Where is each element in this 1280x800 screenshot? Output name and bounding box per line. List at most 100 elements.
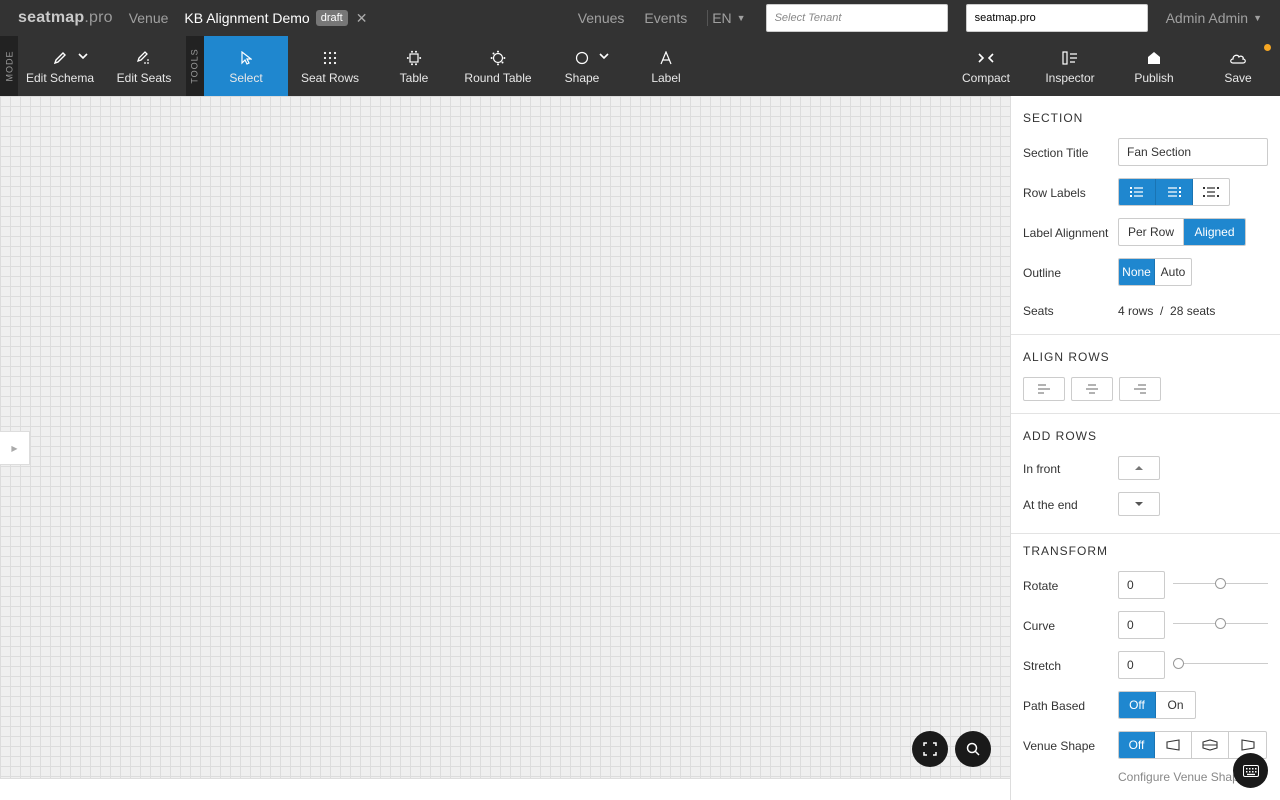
section-heading: SECTION (1023, 111, 1084, 125)
toolbar: MODE Edit Schema Edit Seats TOOLS Select… (0, 36, 1280, 96)
triangle-down-icon (1135, 502, 1143, 506)
tools-label: TOOLS (186, 36, 204, 96)
seats-summary: 4 rows / 28 seats (1118, 304, 1216, 318)
section-title-input[interactable] (1118, 138, 1268, 166)
label-alignment-label: Label Alignment (1023, 226, 1109, 240)
label-tool-button[interactable]: Label (626, 36, 706, 96)
grid-dots-icon (323, 47, 337, 69)
table-tool-button[interactable]: Table (374, 36, 454, 96)
top-bar: seatmap.pro Venue KB Alignment Demo draf… (0, 0, 1280, 36)
domain-input[interactable] (965, 4, 1148, 32)
label-tool-label: Label (651, 71, 681, 85)
round-table-label: Round Table (464, 71, 532, 85)
align-right-icon[interactable] (1119, 377, 1161, 401)
cloud-icon (1229, 47, 1247, 69)
zoom-search-button[interactable] (955, 731, 991, 767)
outline-label: Outline (1023, 266, 1062, 280)
row-labels-toggle (1118, 178, 1230, 206)
slider-thumb[interactable] (1215, 578, 1226, 589)
language-select[interactable]: EN ▼ (707, 10, 746, 26)
round-table-tool-button[interactable]: Round Table (458, 36, 538, 96)
close-icon[interactable]: ✕ (356, 10, 368, 27)
chevron-down-icon: ▼ (1253, 13, 1262, 23)
path-based-toggle: Off On (1118, 691, 1196, 719)
outline-auto-option[interactable]: Auto (1155, 259, 1191, 285)
in-front-label: In front (1023, 462, 1061, 476)
compact-label: Compact (961, 71, 1011, 85)
curve-label: Curve (1023, 619, 1056, 633)
breadcrumb-venue[interactable]: Venue (129, 10, 169, 26)
curve-input[interactable] (1118, 611, 1165, 639)
add-row-front-button[interactable] (1118, 456, 1160, 480)
search-icon (966, 742, 980, 756)
status-strip (0, 778, 1010, 800)
stage-center-icon[interactable] (1192, 732, 1229, 758)
stage-left-icon[interactable] (1155, 732, 1192, 758)
editor-canvas[interactable] (0, 96, 1010, 778)
curve-slider[interactable] (1173, 618, 1268, 630)
keyboard-shortcuts-button[interactable] (1233, 753, 1268, 788)
align-left-icon[interactable] (1023, 377, 1065, 401)
configure-venue-shape-link[interactable]: Configure Venue Shape (1118, 770, 1245, 784)
align-center-icon[interactable] (1071, 377, 1113, 401)
select-tool-label: Select (229, 71, 263, 85)
stretch-label: Stretch (1023, 659, 1062, 673)
venue-shape-off-option[interactable]: Off (1119, 732, 1155, 758)
rotate-slider[interactable] (1173, 578, 1268, 590)
chevron-down-icon[interactable] (78, 52, 88, 62)
slider-track (1173, 663, 1268, 664)
schema-title: KB Alignment Demo (184, 10, 310, 26)
transform-heading: TRANSFORM (1023, 544, 1108, 558)
keyboard-icon (1242, 764, 1259, 777)
edit-schema-label: Edit Schema (25, 71, 95, 85)
inspector-panel-icon (1062, 47, 1078, 69)
inspector-button[interactable]: Inspector (1030, 36, 1110, 96)
seat-rows-tool-button[interactable]: Seat Rows (290, 36, 370, 96)
row-labels-label: Row Labels (1023, 186, 1086, 200)
compact-button[interactable]: Compact (946, 36, 1026, 96)
path-based-on-option[interactable]: On (1156, 692, 1195, 718)
house-icon (1147, 47, 1161, 69)
path-based-off-option[interactable]: Off (1119, 692, 1156, 718)
publish-button[interactable]: Publish (1114, 36, 1194, 96)
edit-seats-button[interactable]: Edit Seats (104, 36, 184, 96)
circle-icon (575, 47, 589, 69)
rows-count: 4 rows (1118, 304, 1154, 318)
stretch-slider[interactable] (1173, 658, 1268, 670)
table-icon (406, 47, 422, 69)
cursor-arrow-icon (240, 47, 252, 69)
slider-thumb[interactable] (1173, 658, 1184, 669)
chevron-down-icon: ▼ (736, 13, 746, 23)
outline-none-option[interactable]: None (1119, 259, 1155, 285)
venue-shape-label: Venue Shape (1023, 739, 1096, 753)
aligned-option[interactable]: Aligned (1184, 219, 1245, 245)
shape-tool-button[interactable]: Shape (542, 36, 622, 96)
rotate-input[interactable] (1118, 571, 1165, 599)
fit-screen-button[interactable] (912, 731, 948, 767)
select-tool-button[interactable]: Select (204, 36, 288, 96)
user-menu[interactable]: Admin Admin ▼ (1166, 10, 1262, 26)
seats-count: 28 seats (1170, 304, 1216, 318)
publish-label: Publish (1134, 71, 1174, 85)
pencil-icon (53, 47, 67, 69)
chevron-down-icon[interactable] (599, 52, 609, 62)
right-labels-icon[interactable] (1156, 179, 1193, 205)
stretch-input[interactable] (1118, 651, 1165, 679)
unsaved-indicator (1264, 44, 1271, 51)
per-row-option[interactable]: Per Row (1119, 219, 1184, 245)
path-based-label: Path Based (1023, 699, 1086, 713)
add-row-end-button[interactable] (1118, 492, 1160, 516)
nav-events[interactable]: Events (644, 10, 687, 26)
edit-schema-button[interactable]: Edit Schema (18, 36, 102, 96)
sidebar-toggle[interactable]: ▶ (0, 431, 30, 465)
inspector-panel: SECTION Section Title Row Labels Label A… (1010, 96, 1280, 800)
left-labels-icon[interactable] (1119, 179, 1156, 205)
both-labels-icon[interactable] (1193, 179, 1229, 205)
slider-thumb[interactable] (1215, 618, 1226, 629)
tenant-select[interactable] (765, 4, 948, 32)
app-logo[interactable]: seatmap.pro (18, 9, 113, 27)
compact-arrows-icon (977, 47, 995, 69)
nav-venues[interactable]: Venues (578, 10, 625, 26)
align-rows-heading: ALIGN ROWS (1023, 350, 1110, 364)
divider (1011, 334, 1280, 335)
